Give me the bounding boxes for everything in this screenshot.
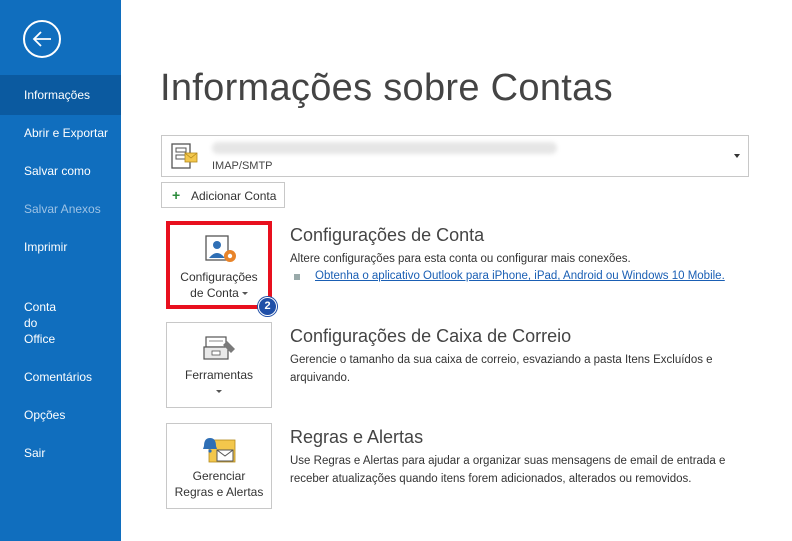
sidebar-item-comentarios[interactable]: Comentários (0, 369, 121, 385)
sidebar-item-imprimir[interactable]: Imprimir (0, 239, 121, 255)
backstage-sidebar: Informações Abrir e Exportar Salvar como… (0, 0, 121, 541)
step-badge: 2 (258, 297, 277, 316)
account-settings-tile-label-1: Configurações (180, 270, 258, 284)
account-type-label: IMAP/SMTP (212, 160, 273, 172)
dropdown-caret-icon (734, 154, 740, 158)
account-settings-title: Configurações de Conta (290, 225, 485, 245)
plus-icon: + (172, 187, 181, 203)
manage-rules-tile-label-1: Gerenciar (192, 469, 246, 483)
rules-alerts-icon (203, 438, 236, 463)
mailbox-settings-description: Gerencie o tamanho da sua caixa de corre… (290, 354, 713, 384)
outlook-mobile-link[interactable]: Obtenha o aplicativo Outlook para iPhone… (315, 270, 725, 282)
manage-rules-tile-label-2: Regras e Alertas (174, 485, 264, 499)
mailbox-settings-title: Configurações de Caixa de Correio (290, 326, 572, 346)
caret-down-icon (216, 390, 222, 394)
tools-tile-label: Ferramentas (184, 368, 254, 382)
rules-alerts-description: Use Regras e Alertas para ajudar a organ… (290, 455, 726, 485)
sidebar-item-salvar-como[interactable]: Salvar como (0, 163, 121, 179)
account-mailbox-icon (171, 143, 198, 169)
account-settings-tile[interactable]: Configurações de Conta (166, 221, 272, 309)
sidebar-item-salvar-anexos[interactable]: Salvar Anexos (0, 201, 121, 217)
account-settings-description: Altere configurações para esta conta ou … (290, 253, 631, 265)
tools-tile[interactable]: Ferramentas (166, 322, 272, 408)
account-settings-icon (205, 235, 236, 262)
sidebar-item-informacoes[interactable]: Informações (0, 75, 121, 115)
tools-mailbox-icon (203, 336, 235, 360)
caret-down-icon (241, 292, 248, 296)
account-settings-tile-label-2: de Conta (170, 285, 268, 301)
add-account-label: Adicionar Conta (191, 189, 277, 203)
back-button[interactable] (23, 20, 61, 58)
account-name-redacted (212, 142, 557, 154)
sidebar-item-opcoes[interactable]: Opções (0, 407, 121, 423)
sidebar-item-sair[interactable]: Sair (0, 445, 121, 461)
tools-tile-caret (167, 383, 271, 399)
back-arrow-icon (32, 31, 51, 47)
add-account-button[interactable]: + Adicionar Conta (161, 182, 285, 208)
rules-alerts-title: Regras e Alertas (290, 427, 424, 447)
sidebar-item-conta-office[interactable]: Conta do Office (0, 299, 121, 347)
account-selector[interactable]: IMAP/SMTP (161, 135, 749, 177)
sidebar-item-abrir-exportar[interactable]: Abrir e Exportar (0, 125, 121, 141)
manage-rules-tile[interactable]: Gerenciar Regras e Alertas (166, 423, 272, 509)
page-title: Informações sobre Contas (160, 67, 613, 109)
link-bullet (294, 274, 300, 280)
